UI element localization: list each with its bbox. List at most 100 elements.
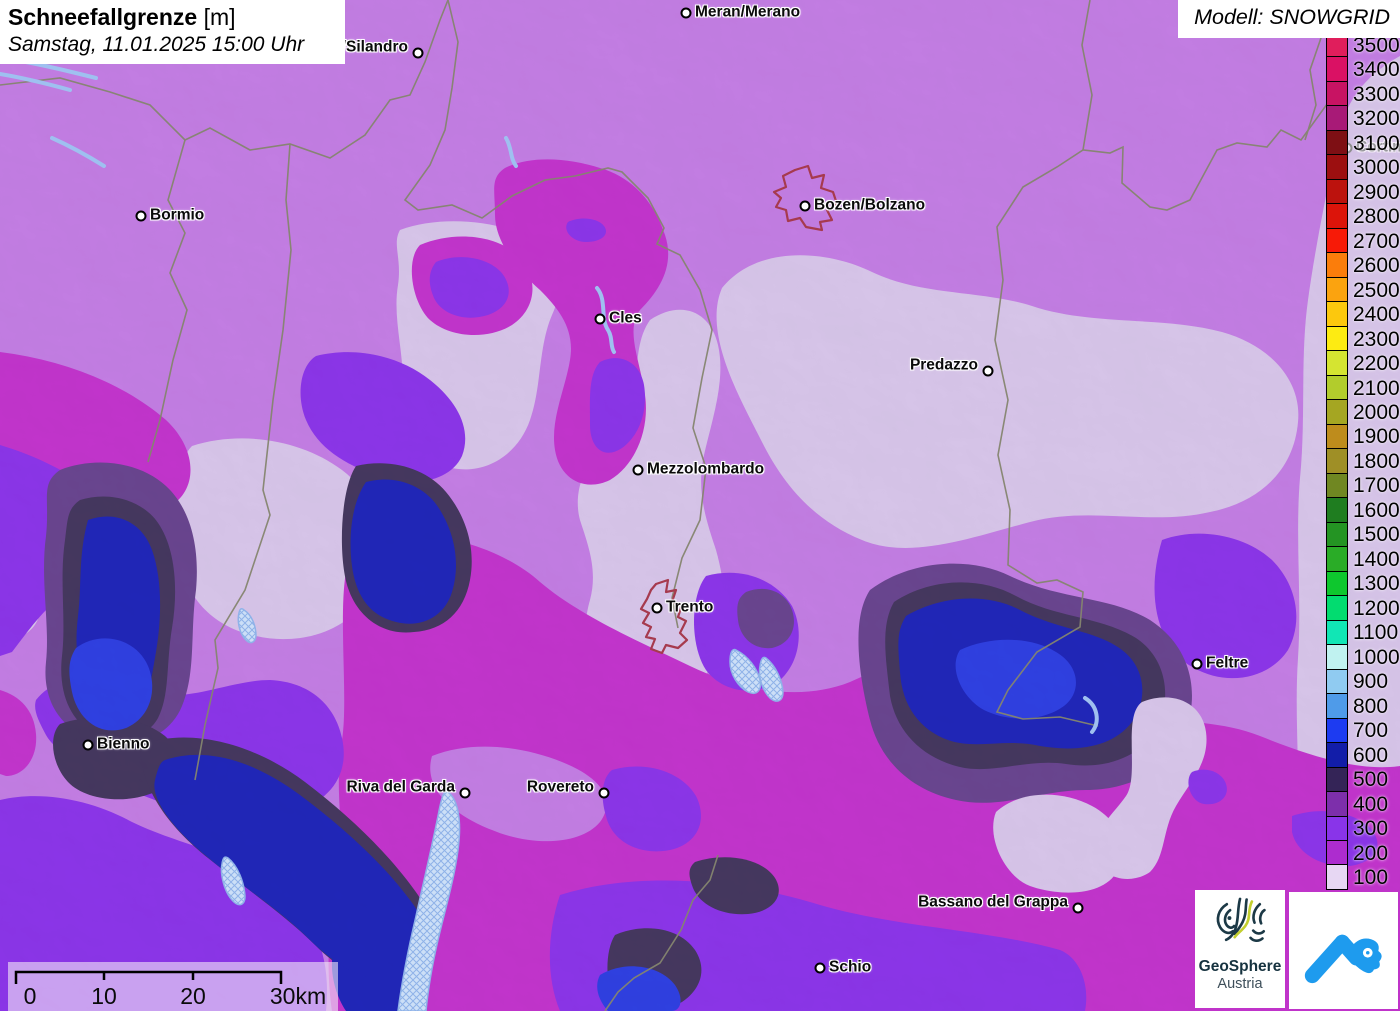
legend-color-swatch (1326, 155, 1348, 180)
legend-value-label: 2800 (1353, 205, 1400, 229)
product-unit: [m] (203, 4, 236, 30)
legend-row: 2900 (1326, 179, 1400, 205)
legend-value-label: 900 (1353, 670, 1389, 694)
map-title: Schneefallgrenze [m] (8, 3, 335, 32)
snowfall-limit-map-canvas (0, 0, 1400, 1011)
legend-row: 2500 (1326, 277, 1400, 303)
city-marker (598, 787, 610, 799)
legend-row: 300 (1326, 816, 1400, 841)
legend-color-swatch (1326, 522, 1348, 548)
model-label: Modell: SNOWGRID (1194, 5, 1390, 29)
legend-color-swatch (1326, 228, 1348, 254)
legend-value-label: 2400 (1353, 303, 1400, 327)
city-marker (680, 7, 692, 19)
legend-value-label: 600 (1353, 743, 1389, 767)
legend-row: 2300 (1326, 326, 1400, 352)
scalebar-label-0: 0 (23, 983, 37, 1009)
legend-row: 1900 (1326, 424, 1400, 450)
city-label: Rovereto (526, 778, 594, 796)
geosphere-logo-box: GeoSphere Austria (1195, 890, 1285, 1008)
terrain-hillshade-overlay (0, 0, 1400, 1011)
city-marker (799, 200, 811, 212)
legend-row: 2800 (1326, 204, 1400, 229)
legend-color-swatch (1326, 424, 1348, 450)
legend-value-label: 1800 (1353, 449, 1400, 473)
city-label: Feltre (1206, 654, 1249, 672)
legend-color-swatch (1326, 498, 1348, 523)
legend-value-label: 200 (1353, 841, 1389, 865)
city-marker (1191, 658, 1203, 670)
legend-value-label: 2200 (1353, 352, 1400, 376)
legend-color-swatch (1326, 57, 1348, 82)
legend-color-swatch (1326, 767, 1348, 793)
legend-color-swatch (1326, 718, 1348, 744)
legend-row: 3200 (1326, 106, 1400, 131)
legend-value-label: 1700 (1353, 474, 1400, 498)
legend-color-swatch (1326, 473, 1348, 499)
legend-row: 3100 (1326, 130, 1400, 156)
legend-row: 3000 (1326, 155, 1400, 180)
city-marker (135, 210, 147, 222)
city-marker (459, 787, 471, 799)
legend-row: 2700 (1326, 228, 1400, 254)
scalebar-label-10: 10 (91, 983, 117, 1009)
legend-color-swatch (1326, 792, 1348, 817)
scalebar-label-20: 20 (180, 983, 206, 1009)
legend-row: 2000 (1326, 400, 1400, 425)
legend-color-swatch (1326, 620, 1348, 646)
legend-row: 2100 (1326, 375, 1400, 401)
legend-color-swatch (1326, 106, 1348, 131)
valid-datetime: Samstag, 11.01.2025 15:00 Uhr (8, 32, 305, 56)
legend-row: 400 (1326, 792, 1400, 817)
city-marker (594, 313, 606, 325)
city-label: Bienno (97, 735, 150, 753)
city-label: Meran/Merano (695, 3, 801, 21)
legend-color-swatch (1326, 694, 1348, 719)
legend-row: 100 (1326, 865, 1400, 890)
legend-value-label: 2600 (1353, 254, 1400, 278)
legend-row: 1300 (1326, 571, 1400, 597)
legend-color-swatch (1326, 400, 1348, 425)
legend-value-label: 300 (1353, 817, 1389, 841)
legend-value-label: 2500 (1353, 278, 1400, 302)
legend-value-label: 3200 (1353, 107, 1400, 131)
legend-row: 2200 (1326, 351, 1400, 376)
city-marker (632, 464, 644, 476)
legend-row: 2400 (1326, 302, 1400, 327)
legend-value-label: 2300 (1353, 327, 1400, 351)
legend-row: 700 (1326, 718, 1400, 744)
legend-color-swatch (1326, 375, 1348, 401)
legend-color-swatch (1326, 571, 1348, 597)
legend-row: 3300 (1326, 81, 1400, 107)
legend-row: 1100 (1326, 620, 1400, 646)
avalanche-report-logo-box (1289, 892, 1398, 1009)
legend-row: 1600 (1326, 498, 1400, 523)
legend-row: 1400 (1326, 547, 1400, 572)
city-marker (651, 602, 663, 614)
city-label: Riva del Garda (346, 778, 455, 796)
scalebar-label-30: 30km (269, 983, 327, 1009)
legend-color-swatch (1326, 81, 1348, 107)
city-marker (982, 365, 994, 377)
city-label: Bassano del Grappa (918, 893, 1068, 911)
legend-value-label: 3300 (1353, 82, 1400, 106)
legend-color-swatch (1326, 204, 1348, 229)
legend-row: 500 (1326, 767, 1400, 793)
legend-value-label: 2900 (1353, 180, 1400, 204)
legend-row: 1500 (1326, 522, 1400, 548)
legend-value-label: 2700 (1353, 229, 1400, 253)
legend-value-label: 1000 (1353, 645, 1400, 669)
city-label: Bozen/Bolzano (814, 196, 926, 214)
legend-value-label: 1900 (1353, 425, 1400, 449)
city-marker (814, 962, 826, 974)
weather-map-stage: Meran/Merano s/Silandro Bormio Bozen/Bolzan… (0, 0, 1400, 1011)
legend-value-label: 1500 (1353, 523, 1400, 547)
legend-value-label: 2100 (1353, 376, 1400, 400)
legend-color-swatch (1326, 743, 1348, 768)
legend-color-swatch (1326, 449, 1348, 474)
legend-color-swatch (1326, 302, 1348, 327)
legend-row: 1200 (1326, 596, 1400, 621)
legend-color-swatch (1326, 179, 1348, 205)
city-marker (1072, 902, 1084, 914)
legend-value-label: 800 (1353, 694, 1389, 718)
